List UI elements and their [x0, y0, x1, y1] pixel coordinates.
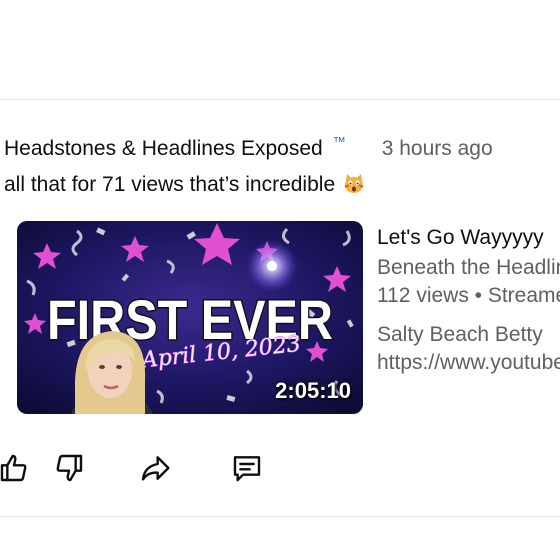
thumbs-up-icon [0, 454, 27, 482]
post-actions [0, 450, 560, 490]
post-header: Headstones & Headlines Exposed ™ 3 hours a… [4, 127, 560, 160]
scream-cat-emoji-icon [343, 172, 365, 194]
share-button[interactable] [137, 450, 173, 486]
divider-top [0, 99, 560, 100]
post-text-content: all that for 71 views that’s incredible [4, 173, 336, 196]
community-post-page: Headstones & Headlines Exposed ™ 3 hours a… [0, 0, 560, 560]
thumbs-down-icon [56, 454, 83, 482]
comment-icon [233, 456, 261, 482]
share-icon [141, 456, 170, 481]
video-info: Let's Go Wayyyyy Beneath the Headlines 1… [377, 224, 560, 377]
divider-bottom [0, 516, 560, 517]
dislike-button[interactable] [51, 450, 87, 486]
comment-button[interactable] [229, 450, 265, 486]
post-text: all that for 71 views that’s incredible [4, 170, 560, 200]
video-thumbnail[interactable]: FIRST EVER April 10, 2023 2:05:10 [17, 221, 363, 414]
like-button[interactable] [0, 450, 32, 486]
video-title[interactable]: Let's Go Wayyyyy [377, 224, 560, 254]
video-duration-badge: 2:05:10 [275, 378, 351, 403]
trademark-badge: ™ [332, 134, 346, 149]
video-description-line1: Salty Beach Betty [377, 323, 543, 346]
author-name[interactable]: Headstones & Headlines Exposed [4, 137, 323, 160]
video-meta: 112 views • Streamed [377, 284, 560, 307]
post-time[interactable]: 3 hours ago [382, 137, 493, 160]
video-description-line2: https://www.youtube.com [377, 351, 560, 374]
video-channel[interactable]: Beneath the Headlines [377, 254, 560, 282]
